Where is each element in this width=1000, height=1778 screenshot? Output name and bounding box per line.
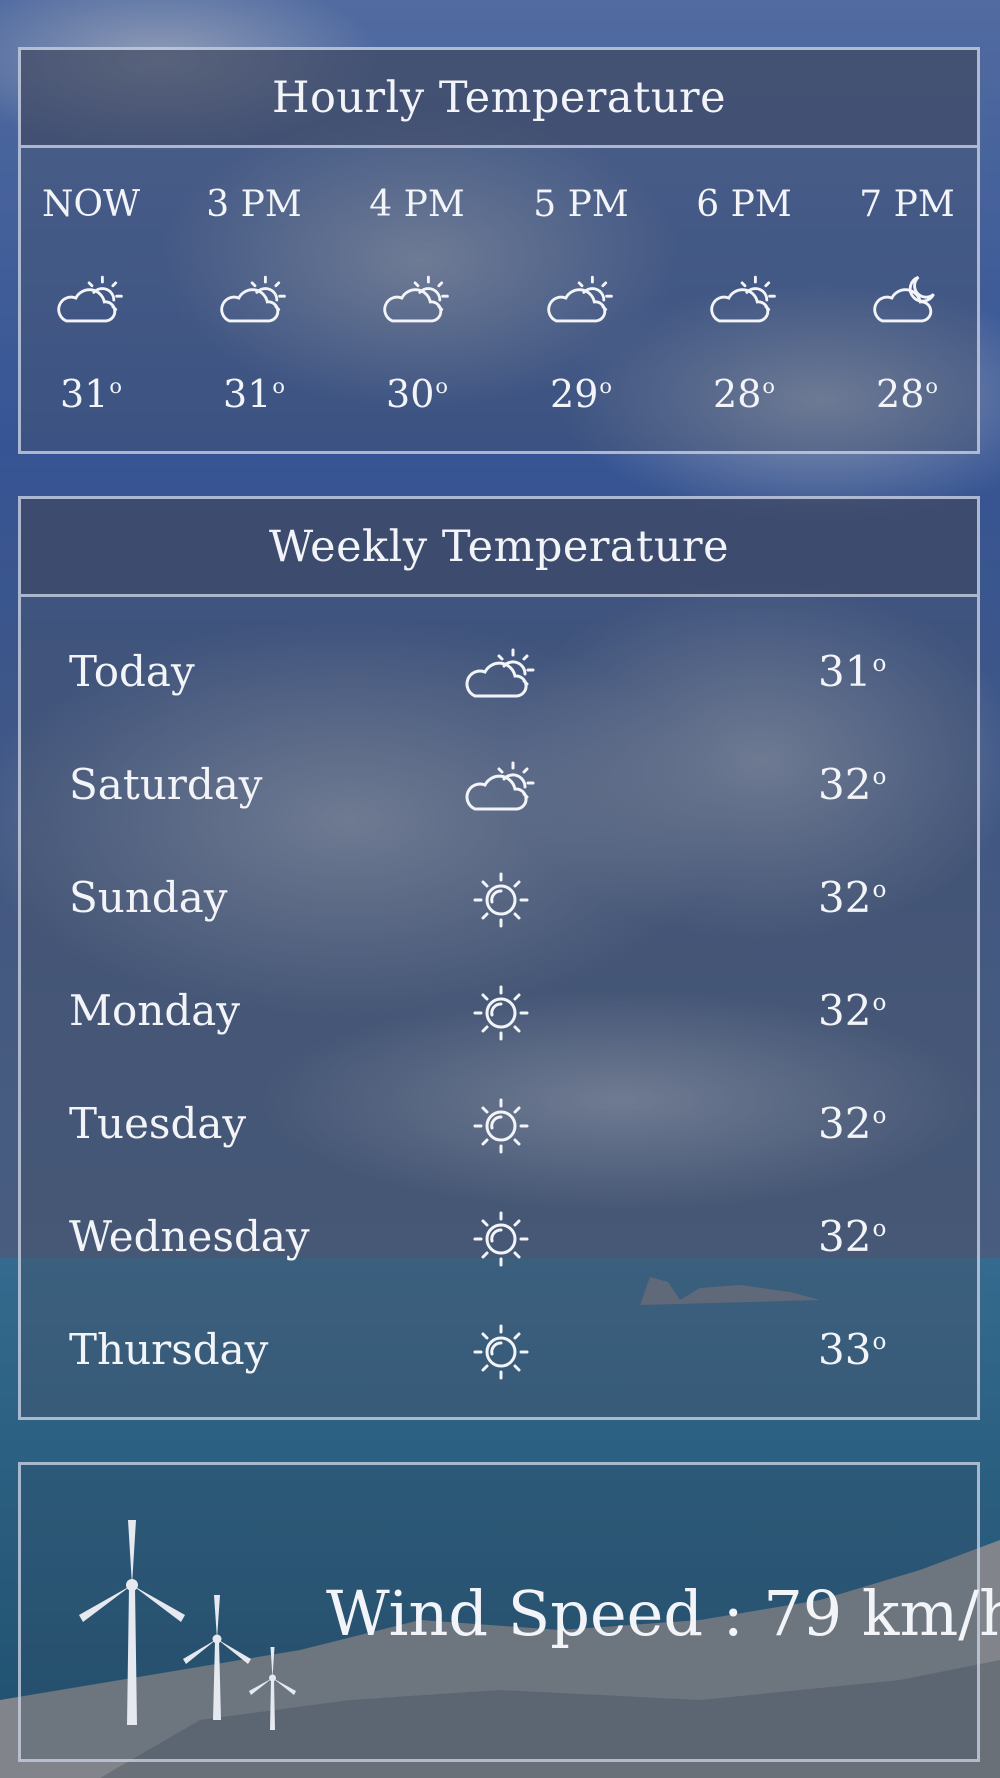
day-temperature: 31o [818, 647, 887, 696]
weekly-row-today[interactable]: Today 31o [21, 614, 977, 727]
wind-speed-panel: Wind Speed : 79 km/h [18, 1462, 1000, 1762]
partly-cloudy-day-icon [465, 761, 535, 811]
hour-label: 7 PM [859, 184, 955, 225]
weekly-row-sunday[interactable]: Sunday 32o [21, 840, 977, 953]
hourly-item-3pm[interactable]: 3 PM 31o [194, 148, 314, 451]
day-temperature: 33o [818, 1325, 887, 1374]
day-temperature: 32o [818, 873, 887, 922]
partly-cloudy-day-icon [710, 275, 776, 323]
hour-label: 4 PM [369, 184, 465, 225]
sun-icon [473, 985, 529, 1041]
weekly-panel-title: Weekly Temperature [21, 499, 977, 597]
hour-temperature: 31o [60, 372, 122, 416]
hourly-panel-title: Hourly Temperature [21, 50, 977, 148]
hourly-item-4pm[interactable]: 4 PM 30o [357, 148, 477, 451]
hourly-item-7pm[interactable]: 7 PM 28o [847, 148, 967, 451]
hourly-forecast-list: NOW 31o 3 PM 31o 4 PM 30o 5 PM 29o 6 PM … [21, 148, 977, 451]
hour-temperature: 28o [876, 372, 938, 416]
day-temperature: 32o [818, 986, 887, 1035]
day-temperature: 32o [818, 1099, 887, 1148]
day-name: Today [69, 647, 195, 696]
day-temperature: 32o [818, 1212, 887, 1261]
weekly-row-thursday[interactable]: Thursday 33o [21, 1292, 977, 1405]
weekly-row-wednesday[interactable]: Wednesday 32o [21, 1179, 977, 1292]
hour-temperature: 31o [223, 372, 285, 416]
day-name: Wednesday [69, 1212, 310, 1261]
hour-label: NOW [41, 184, 140, 225]
hourly-item-5pm[interactable]: 5 PM 29o [521, 148, 641, 451]
sun-icon [473, 872, 529, 928]
partly-cloudy-day-icon [383, 275, 449, 323]
sun-icon [473, 1324, 529, 1380]
partly-cloudy-day-icon [220, 275, 286, 323]
weekly-row-saturday[interactable]: Saturday 32o [21, 727, 977, 840]
weekly-row-tuesday[interactable]: Tuesday 32o [21, 1066, 977, 1179]
wind-speed-label: Wind Speed : 79 km/h [326, 1577, 1000, 1650]
hourly-temperature-panel: Hourly Temperature NOW 31o 3 PM 31o 4 PM… [18, 47, 980, 454]
partly-cloudy-night-icon [873, 275, 935, 323]
sun-icon [473, 1211, 529, 1267]
day-temperature: 32o [818, 760, 887, 809]
day-name: Sunday [69, 873, 228, 922]
hour-label: 5 PM [533, 184, 629, 225]
hour-temperature: 30o [386, 372, 448, 416]
hourly-item-6pm[interactable]: 6 PM 28o [684, 148, 804, 451]
partly-cloudy-day-icon [57, 275, 123, 323]
hourly-item-now[interactable]: NOW 31o [31, 148, 151, 451]
partly-cloudy-day-icon [547, 275, 613, 323]
partly-cloudy-day-icon [465, 648, 535, 698]
day-name: Thursday [69, 1325, 269, 1374]
day-name: Tuesday [69, 1099, 247, 1148]
hour-label: 3 PM [206, 184, 302, 225]
wind-turbine-icon [79, 1520, 296, 1730]
hour-label: 6 PM [696, 184, 792, 225]
hour-temperature: 28o [713, 372, 775, 416]
day-name: Saturday [69, 760, 263, 809]
day-name: Monday [69, 986, 240, 1035]
hour-temperature: 29o [550, 372, 612, 416]
weekly-row-monday[interactable]: Monday 32o [21, 953, 977, 1066]
weekly-temperature-panel: Weekly Temperature Today 31o Saturday 32… [18, 496, 980, 1420]
sun-icon [473, 1098, 529, 1154]
